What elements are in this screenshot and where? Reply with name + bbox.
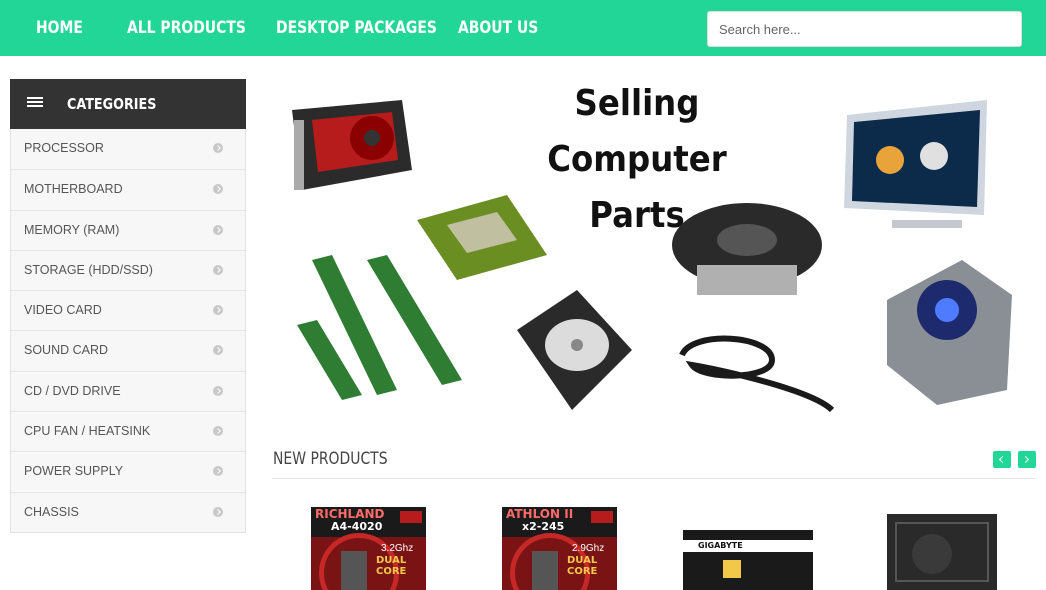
product-card-richland[interactable]: RICHLAND A4-4020 3.2Ghz DUAL CORE [311,507,426,590]
product-card-athlon[interactable]: ATHLON II x2-245 2.9Ghz DUAL CORE [502,507,617,590]
category-label: SOUND CARD [24,343,109,358]
product-image: RICHLAND A4-4020 3.2Ghz DUAL CORE [311,507,426,590]
category-label: CHASSIS [24,504,79,519]
chevron-right-icon [213,264,223,275]
menu-icon [27,97,43,110]
new-products-title: NEW PRODUCTS [273,449,388,469]
product-core: DUAL CORE [567,555,598,577]
chevron-right-icon [213,184,223,195]
chevron-right-icon [213,466,223,477]
amd-logo-icon [591,511,613,523]
category-item-memory[interactable]: MEMORY (RAM) [11,209,245,250]
product-speed: 2.9Ghz [572,543,605,554]
category-item-storage[interactable]: STORAGE (HDD/SSD) [11,249,245,290]
category-label: CPU FAN / HEATSINK [24,424,151,439]
categories-header: CATEGORIES [10,79,246,129]
product-card-motherboard[interactable]: GIGABYTE [683,530,813,590]
chevron-right-icon [213,506,223,517]
top-nav-bar: HOME ALL PRODUCTS DESKTOP PACKAGES ABOUT… [0,0,1046,56]
monitor-image [844,100,987,228]
product-model: A4-4020 [331,520,383,533]
chevron-right-icon [213,224,223,235]
computer-parts-illustration [292,100,1012,413]
nav-desktop-packages-link[interactable]: DESKTOP PACKAGES [276,0,437,56]
category-label: PROCESSOR [24,141,104,155]
ram-sticks-image [297,255,462,400]
category-label: VIDEO CARD [24,303,102,318]
category-label: POWER SUPPLY [24,464,124,479]
product-brand: GIGABYTE [698,541,743,550]
cpu-chip-image [417,195,547,280]
chevron-right-icon [213,385,223,396]
category-item-power-supply[interactable]: POWER SUPPLY [11,451,245,491]
chevron-right-icon [213,426,223,437]
carousel-next-button[interactable] [1018,451,1036,468]
chevron-right-icon [213,305,223,316]
product-image [887,514,997,590]
category-label: STORAGE (HDD/SSD) [24,262,153,277]
product-model: x2-245 [522,520,565,533]
amd-logo-icon [400,511,422,523]
divider [272,478,1036,479]
hard-drive-image [517,290,632,410]
categories-title: CATEGORIES [67,95,157,113]
category-item-cd-dvd-drive[interactable]: CD / DVD DRIVE [11,370,245,411]
product-card-chassis[interactable] [887,514,997,590]
category-item-sound-card[interactable]: SOUND CARD [11,330,245,370]
hero-banner[interactable]: Selling Computer Parts [272,70,1046,415]
product-speed: 3.2Ghz [381,543,414,554]
product-image: ATHLON II x2-245 2.9Ghz DUAL CORE [502,507,617,590]
cpu-cooler-image [672,203,822,295]
graphics-card-image [292,100,412,190]
product-image: GIGABYTE [683,530,813,590]
nav-all-products-link[interactable]: ALL PRODUCTS [127,0,246,56]
category-item-chassis[interactable]: CHASSIS [11,491,245,532]
category-label: MEMORY (RAM) [24,222,120,237]
product-brand: ATHLON II [506,507,574,521]
nav-home-link[interactable]: HOME [36,0,83,56]
product-brand: RICHLAND [315,507,385,521]
category-label: CD / DVD DRIVE [24,383,121,398]
nav-about-us-link[interactable]: ABOUT US [458,0,538,56]
hdmi-cable-image [679,335,835,413]
search-input[interactable] [707,11,1022,47]
category-item-cpu-fan[interactable]: CPU FAN / HEATSINK [11,411,245,451]
category-item-processor[interactable]: PROCESSOR [11,129,245,169]
category-item-video-card[interactable]: VIDEO CARD [11,290,245,330]
power-supply-image [887,260,1012,405]
category-label: MOTHERBOARD [24,182,123,197]
product-core: DUAL CORE [376,555,407,577]
chevron-right-icon [213,143,223,153]
category-item-motherboard[interactable]: MOTHERBOARD [11,169,245,209]
chevron-right-icon [213,345,223,356]
carousel-prev-button[interactable] [993,451,1011,468]
categories-list: PROCESSOR MOTHERBOARD MEMORY (RAM) STORA… [10,129,246,533]
